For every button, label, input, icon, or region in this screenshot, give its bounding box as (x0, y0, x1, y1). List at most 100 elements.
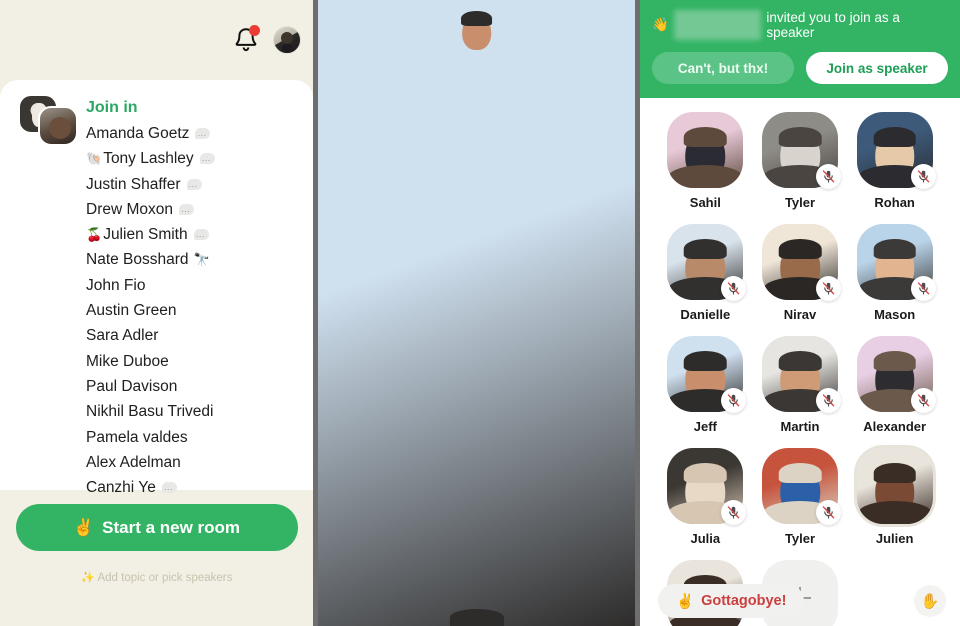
list-item[interactable]: Mike Duboe (86, 349, 215, 374)
list-item[interactable]: Nate Bosshard 🔭 (86, 247, 215, 272)
start-room-label: Start a new room (102, 517, 241, 537)
start-a-new-room-button[interactable]: ✌️ Start a new room (15, 504, 298, 551)
speaker-name: Nirav (783, 307, 817, 322)
three-panel-screenshot: Join in Amanda Goetz 🐚Tony LashleyJustin … (0, 0, 960, 626)
right-room-content: Sahil Tyler Rohan Danielle Nirav Mason Jeff Mar… (640, 98, 960, 626)
muted-microphone-icon (815, 276, 841, 301)
speech-bubble-icon (186, 174, 202, 199)
list-item[interactable]: Alex Adelman (86, 450, 215, 475)
person-name: Julien Smith (103, 226, 188, 244)
people-grid: Sahil Tyler Rohan Danielle Nirav Mason Jeff Mar… (658, 112, 942, 626)
speaker-avatar (667, 448, 747, 525)
room-action-bar: ✌️ Gottagobye! ✋ (640, 584, 960, 618)
join-as-speaker-button[interactable]: Join as speaker (806, 52, 948, 84)
speech-bubble-icon (195, 123, 211, 148)
person-name: Drew Moxon (86, 200, 173, 218)
person-name: Nikhil Basu Trivedi (86, 403, 214, 421)
join-in-label: Join in (86, 99, 138, 116)
speaker-name: Martin (780, 419, 820, 434)
list-item[interactable]: 🍒 Julien Smith (86, 222, 215, 250)
left-panel: Join in Amanda Goetz 🐚Tony LashleyJustin … (0, 0, 313, 626)
speaker-tile[interactable]: Martin (753, 336, 848, 434)
person-name: Mike Duboe (86, 352, 169, 370)
muted-microphone-icon (815, 500, 841, 525)
speaker-avatar (667, 112, 744, 188)
profile-photo (667, 112, 744, 188)
muted-microphone-icon (815, 388, 841, 413)
list-item[interactable]: Nikhil Basu Trivedi (86, 399, 215, 424)
speaker-invite-banner: 👋 Xxxxxx Xxxxx invited you to join as a … (640, 0, 960, 98)
followed-grid: NateAustinJustinMike (318, 0, 635, 626)
speaker-tile[interactable]: Tyler (753, 448, 848, 546)
speaker-avatar (856, 112, 936, 189)
join-in-list: Join in Amanda Goetz 🐚Tony LashleyJustin … (86, 94, 215, 503)
speaker-tile[interactable]: Julien (847, 448, 942, 546)
speaker-avatar (761, 336, 841, 413)
speaker-tile[interactable]: Julia (658, 448, 753, 546)
person-name: Amanda Goetz (86, 125, 190, 142)
avatar-image (667, 112, 744, 188)
speaker-tile[interactable]: Jeff (658, 336, 753, 434)
speech-bubble-icon (193, 224, 209, 250)
speaker-name: Alexander (863, 419, 927, 434)
list-item[interactable]: Sara Adler (86, 323, 215, 348)
left-panel-header (0, 0, 313, 80)
speaker-tile[interactable]: Tyler (753, 112, 848, 210)
muted-microphone-icon (910, 388, 936, 413)
speaker-tile[interactable]: Sahil (658, 112, 753, 210)
speaker-avatar (667, 224, 747, 301)
speaker-name: Mason (874, 307, 916, 322)
person-name: Justin Shaffer (86, 175, 181, 193)
person-name: Canzhi Ye (86, 479, 156, 497)
person-name: Paul Davison (86, 377, 178, 395)
victory-hand-icon: ✌️ (676, 593, 695, 610)
person-name: Sara Adler (86, 327, 159, 345)
list-item[interactable]: Amanda Goetz (86, 121, 215, 148)
list-item[interactable]: Drew Moxon (86, 197, 215, 224)
speaker-name: Sahil (689, 195, 721, 210)
victory-hand-icon: ✌️ (72, 517, 95, 537)
bell-icon[interactable] (233, 25, 260, 54)
speaker-name: Tyler (784, 195, 816, 210)
avatar (38, 106, 78, 146)
muted-microphone-icon (815, 164, 841, 189)
list-item[interactable]: 🐚 Tony Lashley (86, 146, 215, 174)
list-item[interactable]: Pamela valdes (86, 425, 215, 450)
speech-bubble-icon (199, 148, 215, 174)
speech-bubble-icon (161, 477, 177, 503)
room-content: Amanda🐚TonyDrew🍒Julien Followed by the s… (318, 0, 635, 626)
speaker-tile[interactable]: Danielle (658, 224, 753, 322)
speaker-tile[interactable]: Rohan (847, 112, 942, 210)
decline-invite-button[interactable]: Can't, but thx! (652, 52, 794, 84)
speaker-tile[interactable]: Alexander (847, 336, 942, 434)
list-item[interactable]: Justin Shaffer (86, 172, 215, 199)
raised-hand-icon: ✋ (920, 593, 940, 610)
list-item[interactable]: Paul Davison (86, 374, 215, 399)
join-in-card: Join in Amanda Goetz 🐚Tony LashleyJustin … (0, 80, 313, 503)
speaker-avatar (761, 112, 841, 189)
invite-message: invited you to join as a speaker (766, 10, 900, 40)
raise-hand-button[interactable]: ✋ (914, 585, 946, 617)
list-item[interactable]: John Fio (86, 273, 215, 298)
profile-photo (318, 0, 635, 626)
speaker-name: Tyler (784, 531, 816, 546)
speaker-tile[interactable]: Mason (847, 224, 942, 322)
speaker-avatar (856, 448, 933, 524)
user-avatar[interactable] (273, 26, 301, 54)
list-item[interactable]: Canzhi Ye (86, 475, 215, 503)
add-topic-hint[interactable]: ✨ Add topic or pick speakers (0, 570, 313, 584)
redacted-inviter-name: Xxxxxx Xxxxx (673, 10, 762, 40)
leave-room-button[interactable]: ✌️ Gottagobye! (658, 584, 805, 618)
speaker-avatar (667, 336, 747, 413)
person-name: Alex Adelman (86, 453, 181, 471)
person-name: Pamela valdes (86, 428, 188, 446)
room-avatars (14, 94, 78, 146)
speaker-avatar (856, 336, 936, 413)
status-emoji-icon: 🐚 (86, 151, 103, 167)
speaker-tile[interactable]: Nirav (753, 224, 848, 322)
telescope-icon: 🔭 (193, 252, 210, 268)
follower-tile[interactable]: Mike (318, 0, 635, 626)
muted-microphone-icon (910, 164, 936, 189)
list-item[interactable]: Austin Green (86, 298, 215, 323)
speaker-avatar (761, 224, 841, 301)
